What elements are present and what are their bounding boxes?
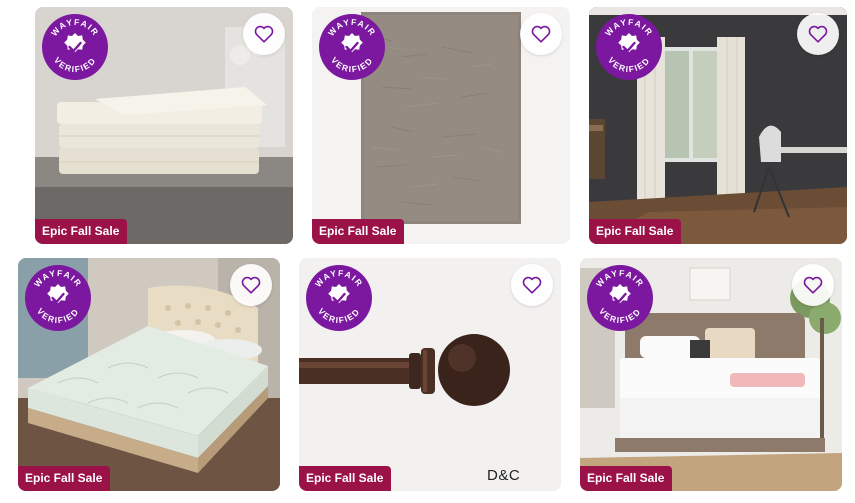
sale-tag: Epic Fall Sale [35,219,128,244]
wayfair-verified-icon [305,264,373,332]
heart-outline-icon [240,274,262,296]
product-card-curtains[interactable]: Epic Fall Sale [589,7,847,244]
product-card-mattress-protector[interactable]: Epic Fall Sale [18,258,280,491]
favorite-button[interactable] [792,264,834,306]
heart-outline-icon [802,274,824,296]
favorite-button[interactable] [797,13,839,55]
product-card-rug[interactable]: Epic Fall Sale [312,7,570,244]
wayfair-verified-icon [24,264,92,332]
product-card-mattress[interactable]: Epic Fall Sale [580,258,842,491]
product-card-sheets[interactable]: Epic Fall Sale [35,7,293,244]
product-card-curtain-rod[interactable]: D&C Epic Fall Sale [299,258,561,491]
sale-tag: Epic Fall Sale [18,466,111,491]
wayfair-verified-icon [41,13,109,81]
brand-label: D&C [487,467,521,484]
favorite-button[interactable] [243,13,285,55]
heart-outline-icon [521,274,543,296]
favorite-button[interactable] [520,13,562,55]
favorite-button[interactable] [230,264,272,306]
sale-tag: Epic Fall Sale [580,466,673,491]
heart-outline-icon [530,23,552,45]
wayfair-verified-icon [595,13,663,81]
wayfair-verified-icon [318,13,386,81]
sale-tag: Epic Fall Sale [589,219,682,244]
sale-tag: Epic Fall Sale [299,466,392,491]
favorite-button[interactable] [511,264,553,306]
sale-tag: Epic Fall Sale [312,219,405,244]
wayfair-verified-icon [586,264,654,332]
heart-outline-icon [253,23,275,45]
heart-outline-icon [807,23,829,45]
